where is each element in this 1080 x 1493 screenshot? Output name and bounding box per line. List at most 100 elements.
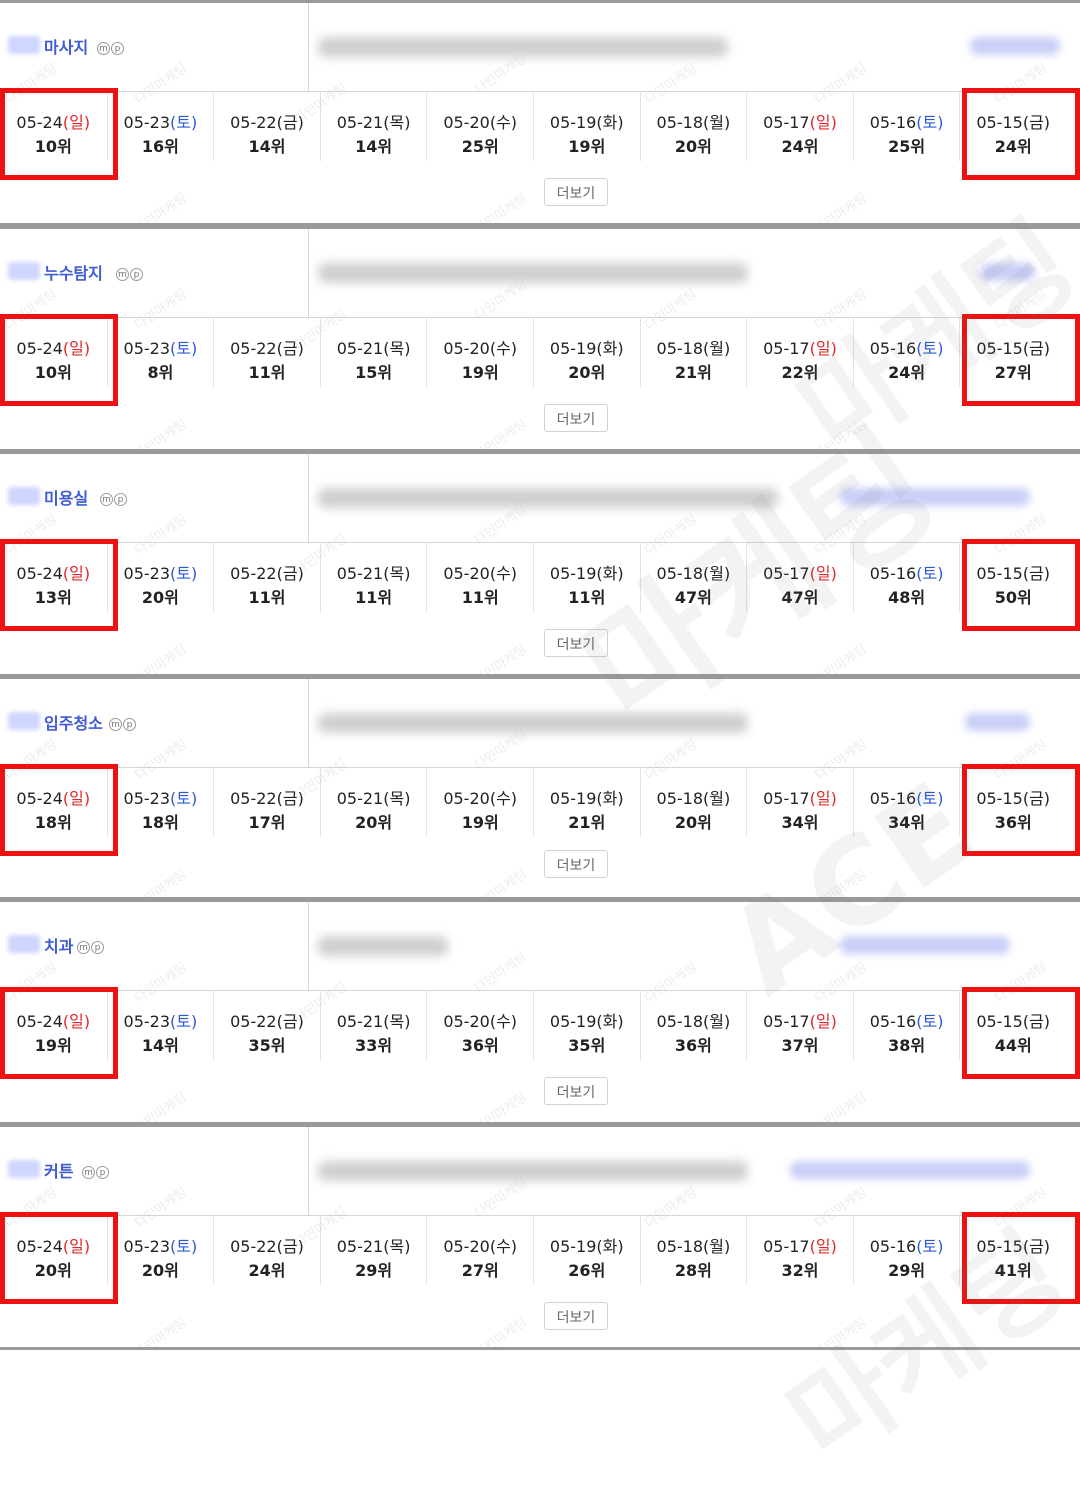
rank-date: 05-22(금)	[214, 785, 320, 809]
rank-cell: 05-17(일) 47위	[746, 542, 853, 612]
watermark: 다인마케팅	[132, 416, 190, 452]
date-md: 05-20	[443, 1012, 490, 1031]
paren-close: )	[191, 564, 198, 583]
place-url-blurred	[318, 263, 748, 283]
place-tag-blurred	[840, 936, 1010, 954]
rank-date: 05-24(일)	[0, 1233, 107, 1257]
rank-value: 14위	[248, 137, 286, 156]
date-weekday: 목	[389, 564, 405, 583]
keyword-cell: 마사지 m p	[0, 3, 309, 91]
keyword-label[interactable]: 미용실	[44, 485, 88, 509]
mobile-badge-icon: m	[116, 268, 129, 281]
daily-rank-row: 05-24(일) 18위 05-23(토) 18위 05-22(금) 17위 05-21(목…	[0, 767, 1080, 837]
rank-cell: 05-23(토) 8위	[106, 317, 214, 387]
rank-cell: 05-18(월) 20위	[639, 767, 747, 837]
rank-cell: 05-24(일) 18위	[0, 767, 107, 837]
rank-cell: 05-23(토) 16위	[106, 91, 214, 161]
date-weekday: 금	[282, 339, 298, 358]
paren-close: )	[404, 1237, 411, 1256]
rank-date: 05-15(금)	[960, 785, 1066, 809]
keyword-label[interactable]: 치과	[44, 933, 73, 957]
date-md: 05-20	[443, 1237, 490, 1256]
paren-close: )	[617, 789, 624, 808]
keyword-label[interactable]: 커튼	[44, 1158, 73, 1182]
rank-value: 48위	[888, 588, 926, 607]
rank-cell: 05-19(화) 11위	[533, 542, 640, 612]
keyword-cell: 미용실 m p	[0, 454, 309, 542]
keyword-header: 치과 m p	[0, 902, 1080, 991]
rank-value: 28위	[674, 1261, 712, 1280]
place-tag-blurred	[965, 713, 1030, 731]
rank-cell: 05-19(화) 21위	[533, 767, 640, 837]
paren-close: )	[617, 339, 624, 358]
date-weekday: 수	[496, 339, 511, 358]
rank-cell: 05-16(토) 24위	[852, 317, 960, 387]
paren-close: )	[191, 1012, 198, 1031]
date-weekday: 월	[709, 564, 724, 583]
date-md: 05-21	[336, 113, 384, 132]
date-weekday: 수	[496, 1012, 511, 1031]
paren-close: )	[404, 113, 411, 132]
mobile-badge-icon: m	[77, 941, 90, 954]
more-button[interactable]: 더보기	[544, 850, 608, 878]
rank-cell: 05-18(월) 28위	[639, 1215, 747, 1285]
rank-value: 21위	[674, 363, 712, 382]
paren-close: )	[1043, 1012, 1051, 1031]
more-button[interactable]: 더보기	[544, 178, 608, 206]
paren-close: )	[937, 1012, 944, 1031]
rank-date: 05-21(목)	[321, 785, 427, 809]
keyword-label[interactable]: 입주청소	[44, 710, 103, 734]
keyword-cell: 치과 m p	[0, 902, 309, 990]
pc-badge-icon: p	[130, 268, 143, 281]
rank-date: 05-21(목)	[321, 560, 427, 584]
date-weekday: 금	[1029, 789, 1044, 808]
watermark: 다인마케팅	[472, 1089, 530, 1125]
more-button[interactable]: 더보기	[544, 404, 608, 432]
date-md: 05-17	[763, 789, 810, 808]
date-weekday: 수	[496, 113, 511, 132]
paren-close: )	[297, 1012, 304, 1031]
rank-date: 05-23(토)	[108, 109, 214, 133]
date-md: 05-21	[336, 1012, 384, 1031]
more-button[interactable]: 더보기	[544, 1302, 608, 1330]
date-md: 05-20	[443, 789, 490, 808]
date-weekday: 목	[389, 113, 405, 132]
keyword-label[interactable]: 마사지	[44, 34, 88, 58]
rank-cell: 05-15(금) 27위	[959, 317, 1066, 387]
rank-date: 05-22(금)	[214, 109, 320, 133]
paren-close: )	[937, 789, 944, 808]
paren-close: )	[830, 789, 837, 808]
rank-date: 05-15(금)	[960, 560, 1066, 584]
rank-date: 05-24(일)	[0, 109, 107, 133]
date-weekday: 일	[69, 564, 84, 583]
date-md: 05-20	[443, 339, 490, 358]
rank-date: 05-15(금)	[960, 335, 1066, 359]
date-weekday: 일	[69, 113, 84, 132]
date-weekday: 금	[1029, 1237, 1044, 1256]
mobile-badge-icon: m	[109, 718, 122, 731]
rank-cell: 05-15(금) 50위	[959, 542, 1066, 612]
rank-value: 25위	[461, 137, 499, 156]
keyword-prefix-blurred	[8, 487, 40, 505]
more-button[interactable]: 더보기	[544, 1077, 608, 1105]
rank-date: 05-24(일)	[0, 335, 107, 359]
keyword-block: 누수탐지 m p 05-24(일) 10위 05-23(토) 8위 05-22(금) 11위 05…	[0, 226, 1080, 452]
rank-value: 14위	[355, 137, 393, 156]
rank-value: 24위	[888, 363, 926, 382]
place-url-blurred	[318, 1161, 748, 1181]
rank-value: 34위	[781, 813, 819, 832]
rank-date: 05-19(화)	[534, 1008, 640, 1032]
rank-value: 20위	[674, 813, 712, 832]
paren-close: )	[1043, 564, 1051, 583]
paren-close: )	[404, 789, 411, 808]
rank-value: 13위	[34, 588, 72, 607]
more-button[interactable]: 더보기	[544, 629, 608, 657]
paren-close: )	[510, 113, 518, 132]
keyword-label[interactable]: 누수탐지	[44, 260, 103, 284]
date-md: 05-20	[443, 564, 490, 583]
rank-cell: 05-22(금) 11위	[213, 317, 320, 387]
date-md: 05-19	[549, 564, 597, 583]
paren-close: )	[510, 1012, 518, 1031]
rank-value: 20위	[355, 813, 393, 832]
rank-value: 20위	[34, 1261, 72, 1280]
